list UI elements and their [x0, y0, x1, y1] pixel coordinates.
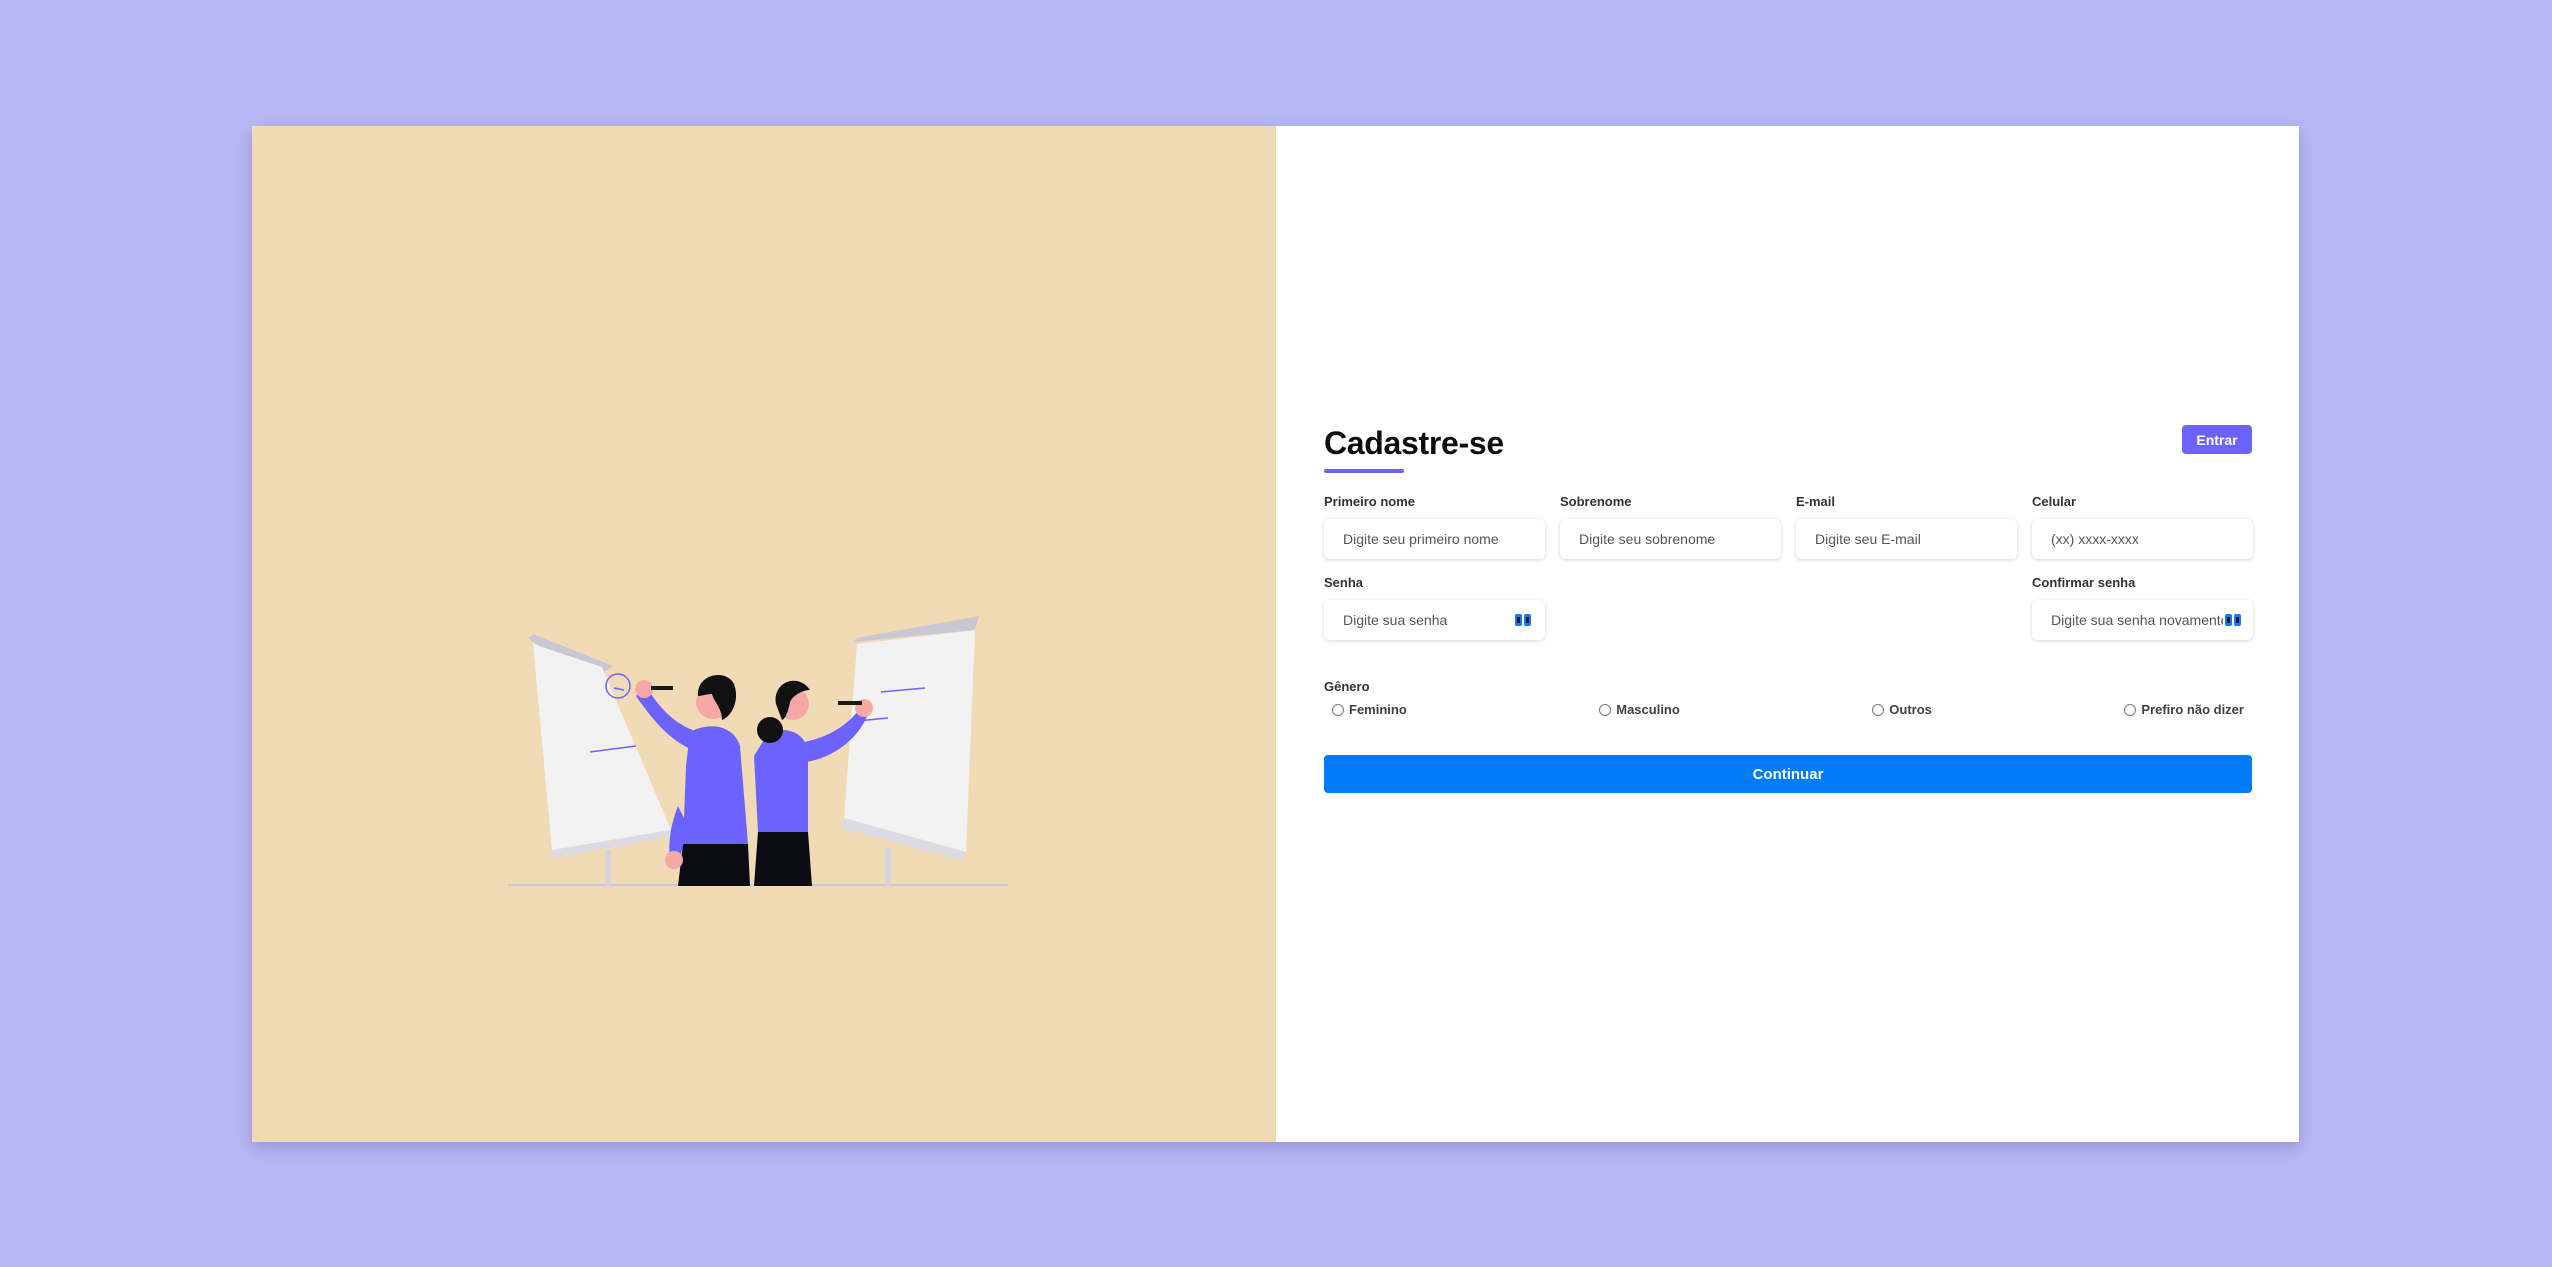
- confirm-password-input[interactable]: [2032, 600, 2253, 640]
- page-title: Cadastre-se: [1324, 425, 1504, 461]
- first-name-group: Primeiro nome: [1324, 495, 1545, 559]
- signup-form: Cadastre-se Entrar Primeiro nome Sobreno…: [1324, 425, 2253, 793]
- signup-card: Cadastre-se Entrar Primeiro nome Sobreno…: [252, 126, 2299, 1142]
- phone-wrap: [2032, 519, 2253, 559]
- last-name-wrap: [1560, 519, 1781, 559]
- radio-button[interactable]: [1599, 703, 1612, 716]
- radio-button[interactable]: [2124, 703, 2137, 716]
- password-label: Senha: [1324, 575, 1364, 590]
- title-underline: [1324, 469, 1404, 473]
- phone-input[interactable]: [2032, 519, 2253, 559]
- password-group: Senha: [1324, 576, 1545, 640]
- phone-group: Celular: [2032, 495, 2253, 559]
- gender-section: Gênero Feminino Masculino Outros Prefiro…: [1324, 679, 2252, 718]
- confirm-password-label: Confirmar senha: [2032, 575, 2136, 590]
- gender-option-masculino[interactable]: Masculino: [1599, 702, 1680, 717]
- gender-option-label: Prefiro não dizer: [2141, 702, 2244, 717]
- continue-button[interactable]: Continuar: [1324, 755, 2252, 793]
- title-block: Cadastre-se: [1324, 425, 1504, 473]
- illustration-panel: [252, 126, 1276, 1142]
- last-name-input[interactable]: [1560, 519, 1781, 559]
- login-button[interactable]: Entrar: [2182, 425, 2252, 454]
- gender-label: Gênero: [1324, 679, 1370, 694]
- last-name-label: Sobrenome: [1560, 494, 1632, 509]
- first-name-input[interactable]: [1324, 519, 1545, 559]
- password-visibility-icon[interactable]: [2225, 614, 2241, 626]
- last-name-group: Sobrenome: [1560, 495, 1781, 559]
- gender-option-outros[interactable]: Outros: [1872, 702, 1932, 717]
- gender-option-label: Feminino: [1349, 702, 1407, 717]
- password-wrap: [1324, 600, 1545, 640]
- form-header: Cadastre-se Entrar: [1324, 425, 2252, 495]
- gender-options: Feminino Masculino Outros Prefiro não di…: [1324, 702, 2252, 717]
- first-name-wrap: [1324, 519, 1545, 559]
- radio-button[interactable]: [1332, 703, 1344, 716]
- fields-grid: Primeiro nome Sobrenome E-mail: [1324, 495, 2253, 640]
- email-input[interactable]: [1796, 519, 2017, 559]
- password-input[interactable]: [1324, 600, 1545, 640]
- email-wrap: [1796, 519, 2017, 559]
- gender-option-label: Outros: [1889, 702, 1932, 717]
- password-visibility-icon[interactable]: [1515, 614, 1531, 626]
- first-name-label: Primeiro nome: [1324, 494, 1416, 509]
- email-group: E-mail: [1796, 495, 2017, 559]
- radio-button[interactable]: [1872, 703, 1885, 716]
- presentation-illustration: [508, 616, 1008, 886]
- gender-option-prefiro-nao-dizer[interactable]: Prefiro não dizer: [2124, 702, 2244, 717]
- form-panel: Cadastre-se Entrar Primeiro nome Sobreno…: [1276, 126, 2299, 1142]
- gender-option-feminino[interactable]: Feminino: [1332, 702, 1407, 717]
- gender-option-label: Masculino: [1616, 702, 1680, 717]
- confirm-password-group: Confirmar senha: [2032, 576, 2253, 640]
- email-label: E-mail: [1796, 494, 1836, 509]
- confirm-password-wrap: [2032, 600, 2253, 640]
- phone-label: Celular: [2032, 494, 2077, 509]
